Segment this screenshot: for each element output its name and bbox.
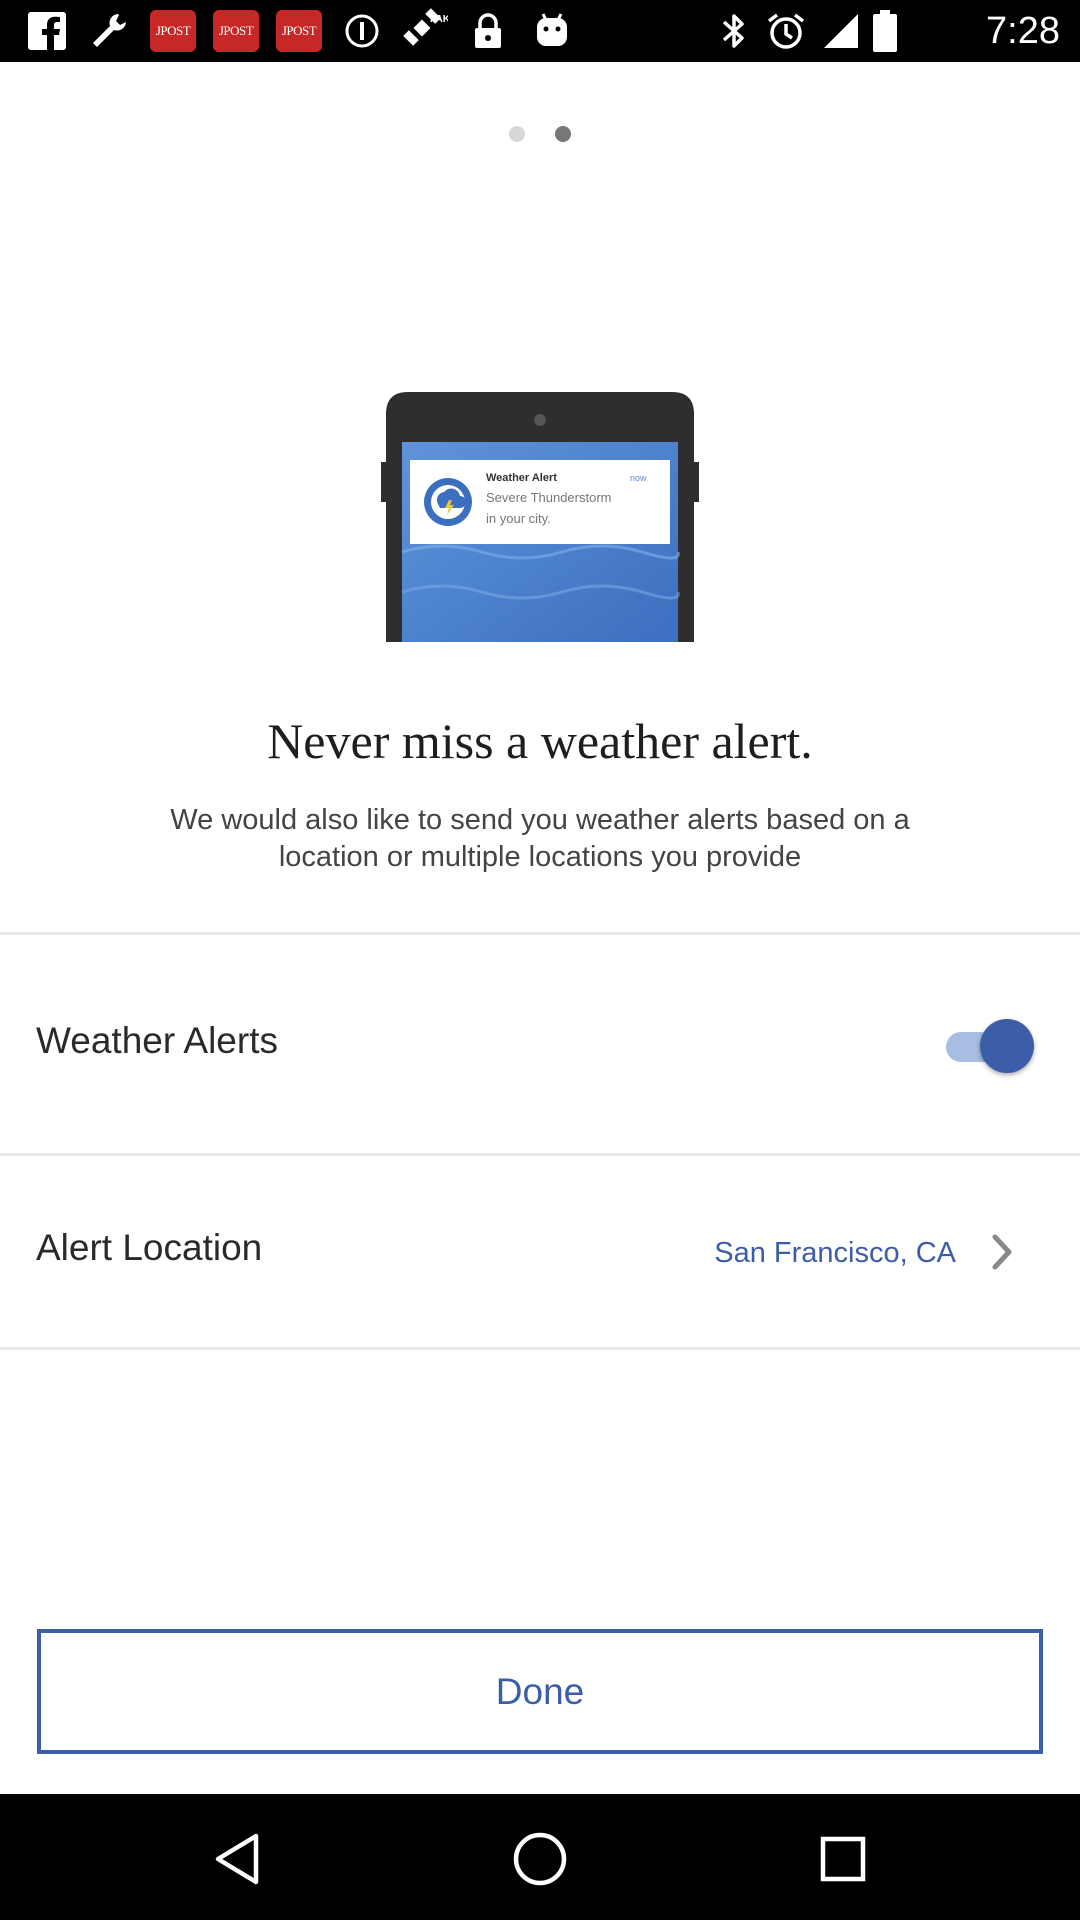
jpost-icon: JPOST	[150, 8, 196, 54]
status-time: 7:28	[986, 10, 1060, 52]
notification-body-line2: in your city.	[486, 511, 551, 526]
lock-icon	[468, 8, 508, 54]
alarm-icon	[764, 8, 808, 54]
alert-location-value[interactable]: San Francisco, CA	[714, 1237, 956, 1270]
alert-location-label: Alert Location	[36, 1227, 263, 1268]
weather-alerts-toggle[interactable]	[942, 1019, 1034, 1073]
divider	[0, 1153, 1080, 1156]
notification-time: now	[630, 473, 647, 483]
recents-icon[interactable]	[813, 1829, 873, 1889]
jpost-label: JPOST	[150, 10, 196, 52]
onboarding-screen: Weather Alert now Severe Thunderstorm in…	[0, 62, 1080, 1794]
weather-alerts-label: Weather Alerts	[36, 1020, 278, 1061]
jpost-icon: JPOST	[213, 8, 259, 54]
bluetooth-icon	[716, 8, 752, 54]
battery-icon	[870, 8, 900, 54]
info-icon	[342, 8, 382, 54]
jpost-label: JPOST	[213, 10, 259, 52]
wrench-icon	[86, 8, 132, 54]
facebook-icon	[26, 8, 68, 54]
jpost-icon: JPOST	[276, 8, 322, 54]
divider	[0, 1347, 1080, 1350]
divider	[0, 932, 1080, 935]
home-icon[interactable]	[510, 1829, 570, 1889]
jpost-label: JPOST	[276, 10, 322, 52]
page-description: We would also like to send you weather a…	[170, 804, 910, 873]
back-icon[interactable]	[207, 1829, 267, 1889]
page-dot	[509, 126, 525, 142]
done-button[interactable]: Done	[37, 1629, 1043, 1754]
svg-text:FAKE: FAKE	[430, 14, 448, 25]
page-indicator	[0, 126, 1080, 142]
signal-icon	[820, 8, 862, 54]
phone-illustration: Weather Alert now Severe Thunderstorm in…	[380, 392, 700, 642]
satellite-fake-gps-icon: FAKE	[400, 8, 450, 54]
page-dot-active	[555, 126, 571, 142]
android-icon	[531, 8, 573, 54]
chevron-right-icon[interactable]	[990, 1232, 1016, 1272]
notification-body-line1: Severe Thunderstorm	[486, 490, 612, 505]
navigation-bar	[0, 1794, 1080, 1920]
status-bar: JPOST JPOST JPOST FAKE 7:28	[0, 0, 1080, 62]
toggle-thumb	[980, 1019, 1034, 1073]
page-title: Never miss a weather alert.	[267, 713, 813, 769]
notification-title: Weather Alert	[486, 472, 557, 484]
